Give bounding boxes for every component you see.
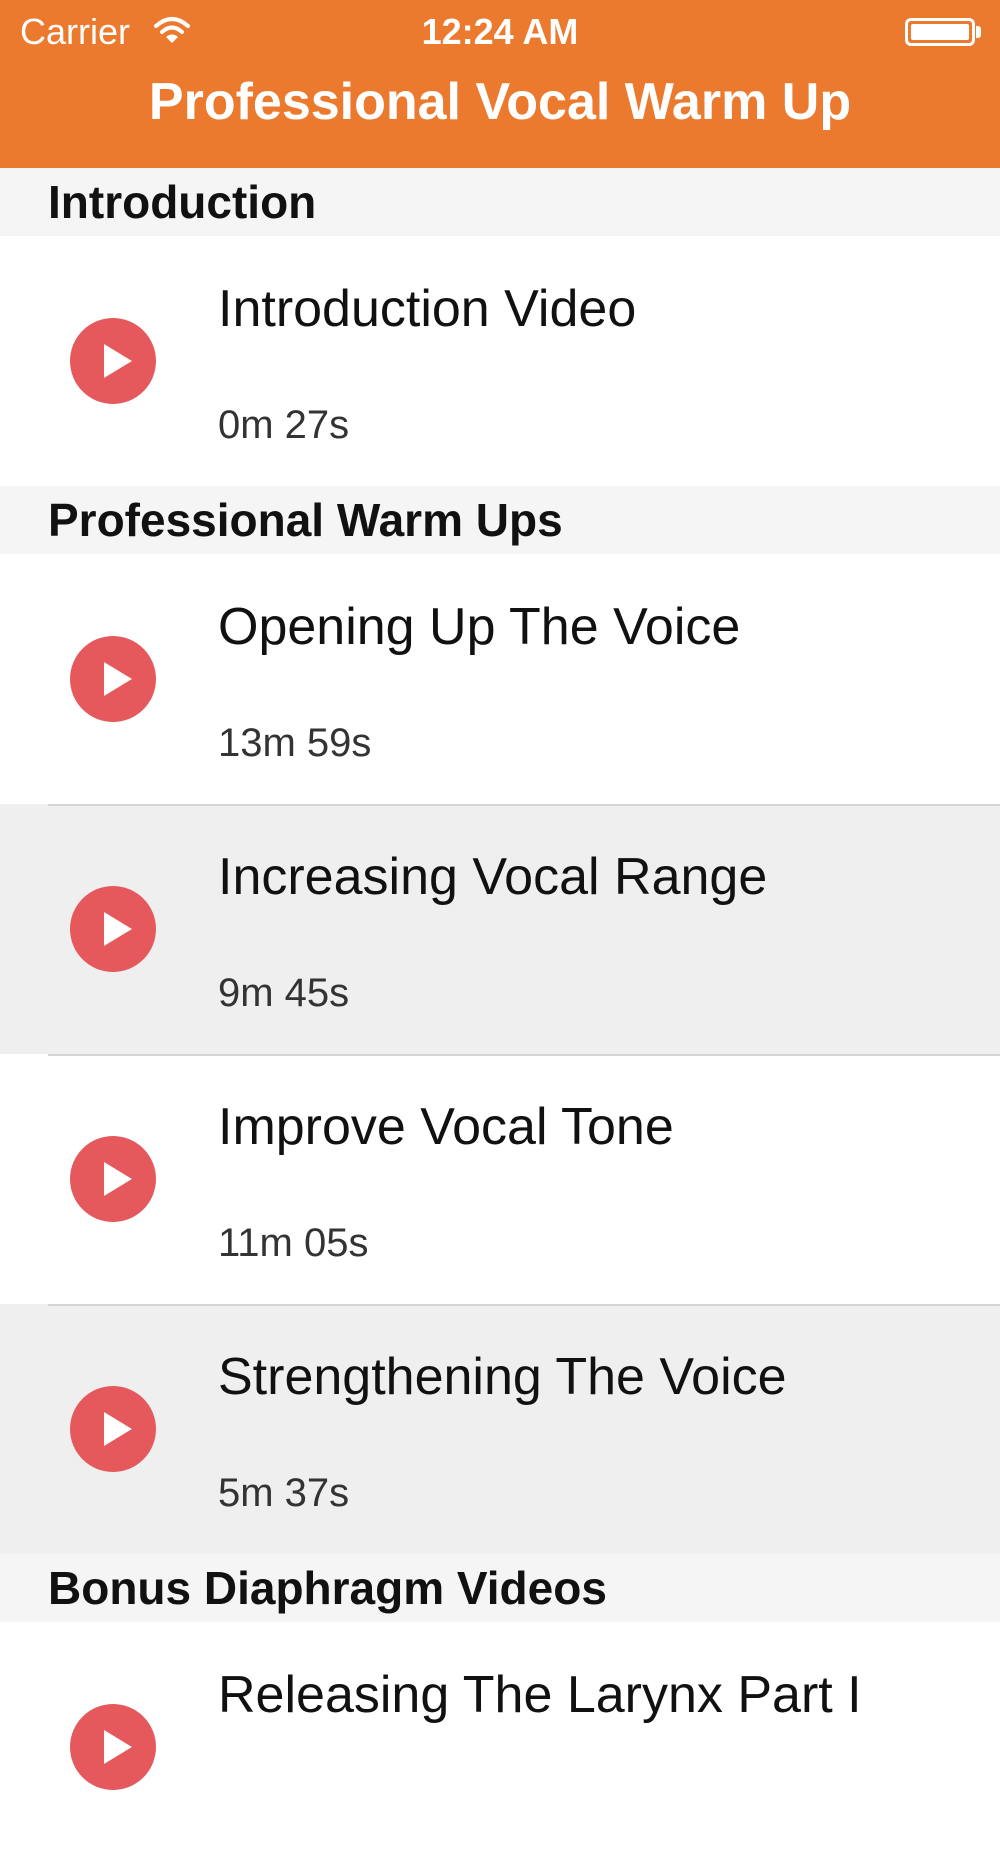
- list-item[interactable]: Introduction Video 0m 27s: [0, 236, 1000, 486]
- video-duration: 5m 37s: [218, 1471, 350, 1515]
- page-title: Professional Vocal Warm Up: [148, 73, 852, 131]
- section-header-bonus-diaphragm-videos: Bonus Diaphragm Videos: [0, 1554, 1000, 1622]
- list-item[interactable]: Opening Up The Voice 13m 59s: [0, 554, 1000, 804]
- list-item[interactable]: Increasing Vocal Range 9m 45s: [0, 804, 1000, 1054]
- video-title: Strengthening The Voice: [218, 1348, 787, 1406]
- video-title: Increasing Vocal Range: [218, 848, 768, 906]
- video-duration: 0m 27s: [218, 403, 350, 447]
- battery-tip: [976, 26, 981, 38]
- play-icon[interactable]: [70, 1136, 156, 1222]
- status-time: 12:24 AM: [421, 11, 579, 52]
- video-duration: 9m 45s: [218, 971, 350, 1015]
- video-title: Introduction Video: [218, 280, 637, 338]
- list-item[interactable]: Improve Vocal Tone 11m 05s: [0, 1054, 1000, 1304]
- play-icon[interactable]: [70, 1386, 156, 1472]
- battery-icon: [905, 18, 975, 46]
- video-title: Improve Vocal Tone: [218, 1098, 674, 1156]
- play-icon[interactable]: [70, 318, 156, 404]
- list-item[interactable]: Releasing The Larynx Part I: [0, 1622, 1000, 1872]
- nav-bar: Carrier 12:24 AM Professional Vocal Warm…: [0, 0, 1000, 168]
- video-duration: 11m 05s: [218, 1221, 369, 1265]
- list-item[interactable]: Strengthening The Voice 5m 37s: [0, 1304, 1000, 1554]
- section-header-introduction: Introduction: [0, 168, 1000, 236]
- video-duration: 13m 59s: [218, 721, 372, 765]
- play-icon[interactable]: [70, 886, 156, 972]
- video-title: Opening Up The Voice: [218, 598, 741, 656]
- play-icon[interactable]: [70, 1704, 156, 1790]
- section-header-professional-warm-ups: Professional Warm Ups: [0, 486, 1000, 554]
- status-bar: Carrier 12:24 AM: [0, 0, 1000, 64]
- video-title: Releasing The Larynx Part I: [218, 1666, 862, 1724]
- play-icon[interactable]: [70, 636, 156, 722]
- video-list: Introduction Introduction Video 0m 27s P…: [0, 168, 1000, 1872]
